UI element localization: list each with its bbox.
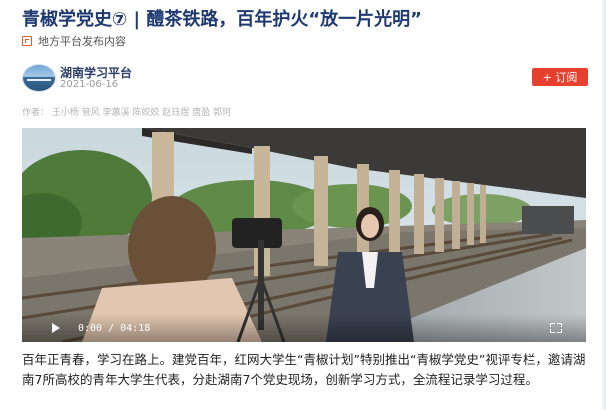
article-body: 百年正青春，学习在路上。建党百年，红网大学生“青椒计划”特别推出“青椒学党史”视…: [22, 352, 586, 387]
author-row: 湖南学习平台 2021-06-16 + 订阅: [22, 62, 588, 92]
video-controls: 0:00 / 04:18: [22, 314, 586, 342]
source-row: 地方平台发布内容: [22, 33, 126, 49]
subscribe-button[interactable]: + 订阅: [532, 68, 588, 86]
publish-date: 2021-06-16: [60, 79, 119, 90]
video-time: 0:00 / 04:18: [78, 323, 151, 334]
article-title: 青椒学党史⑦ | 醴茶铁路，百年护火“放一片光明”: [22, 9, 423, 30]
fullscreen-icon[interactable]: [550, 323, 562, 333]
video-frame: [22, 128, 586, 342]
window-edge: [600, 0, 606, 410]
video-player[interactable]: 0:00 / 04:18: [22, 128, 586, 342]
avatar[interactable]: [22, 64, 56, 92]
source-label: 地方平台发布内容: [38, 35, 126, 48]
play-icon[interactable]: [52, 323, 60, 333]
document-icon: [22, 36, 32, 46]
author-credits: 作者： 王小杨 管风 李蕙溪 陈姣姣 赵珏煜 唐盈 郭珂: [22, 108, 232, 118]
